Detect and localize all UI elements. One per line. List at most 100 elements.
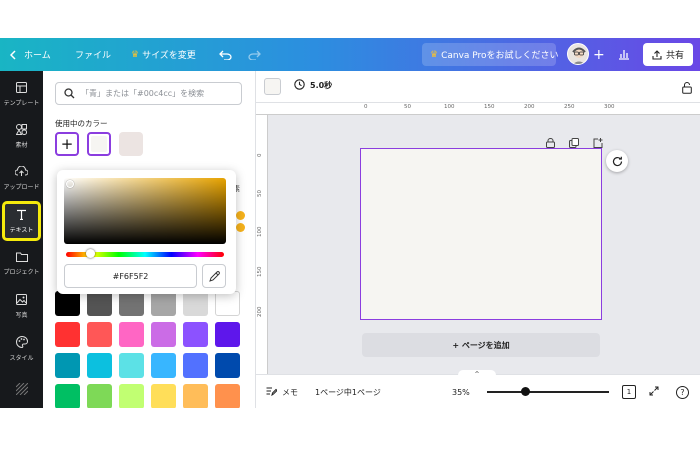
insights-button[interactable] [618, 38, 630, 71]
elements-icon [15, 123, 27, 140]
rail-item-styles[interactable]: スタイル [0, 329, 43, 369]
ruler-tick-label: 100 [444, 104, 455, 110]
zoom-value[interactable]: 35% [452, 375, 470, 408]
ruler-tick-label: 0 [364, 104, 368, 110]
ruler-tick-label: 50 [404, 104, 411, 110]
ruler-tick-label: 250 [564, 104, 575, 110]
rail-item-photos[interactable]: 写真 [0, 286, 43, 326]
editor-toolbar: 5.0秒 [256, 71, 700, 103]
notes-button[interactable]: メモ [266, 375, 298, 408]
palette-swatch[interactable] [215, 322, 240, 347]
photo-icon [16, 293, 27, 310]
ruler-tick-label: 50 [257, 190, 263, 197]
top-bar: ホーム ファイル ♛ サイズを変更 ♛ Canva Proをお試しください + … [0, 38, 700, 71]
ruler-tick-label: 300 [604, 104, 615, 110]
resize-button[interactable]: ♛ サイズを変更 [131, 38, 196, 71]
rail-item-text[interactable]: テキスト [2, 201, 41, 241]
ruler-tick-label: 150 [484, 104, 495, 110]
help-button[interactable]: ? [676, 375, 689, 408]
eyedropper-button[interactable] [202, 264, 226, 288]
rail-label: 素材 [15, 141, 28, 149]
home-button[interactable]: ホーム [10, 38, 51, 71]
palette-swatch[interactable] [119, 322, 144, 347]
page-count-badge: 1 [626, 388, 632, 396]
file-menu[interactable]: ファイル [75, 38, 111, 71]
zoom-slider[interactable] [487, 391, 609, 393]
palette-swatch[interactable] [87, 384, 112, 408]
palette-swatch[interactable] [55, 322, 80, 347]
lock-button[interactable] [682, 79, 692, 98]
horizontal-ruler: 0 50 100 150 200 250 300 [256, 103, 700, 115]
rail-item-more[interactable] [0, 371, 43, 408]
palette-swatch[interactable] [183, 353, 208, 378]
palette-swatch[interactable] [87, 291, 112, 316]
avatar-illustration [572, 47, 586, 64]
search-icon [64, 84, 75, 103]
help-label: ? [680, 387, 685, 397]
add-collaborator-button[interactable]: + [593, 38, 605, 71]
fullscreen-button[interactable] [649, 375, 659, 408]
palette-swatch[interactable] [55, 353, 80, 378]
bar-chart-icon [618, 49, 630, 60]
redo-button[interactable] [248, 38, 261, 71]
rail-label: プロジェクト [3, 269, 40, 276]
palette-swatch[interactable] [87, 322, 112, 347]
zoom-slider-knob[interactable] [521, 387, 530, 396]
add-page-button[interactable]: + ページを追加 [362, 333, 600, 357]
ruler-tick-label: 150 [257, 266, 263, 278]
plus-icon: + [60, 135, 74, 153]
palette-swatch[interactable] [183, 322, 208, 347]
rail-label: テンプレート [3, 99, 40, 107]
add-color-button[interactable]: + [55, 132, 79, 156]
avatar[interactable] [567, 43, 589, 65]
duration-button[interactable]: 5.0秒 [294, 79, 332, 92]
palette-swatch[interactable] [55, 291, 80, 316]
rail-item-elements[interactable]: 素材 [0, 116, 43, 156]
folder-icon [15, 252, 28, 267]
palette-swatch[interactable] [183, 384, 208, 408]
palette-swatch[interactable] [215, 353, 240, 378]
color-cursor[interactable] [66, 180, 74, 188]
used-colors-heading: 使用中のカラー [55, 119, 108, 128]
palette-swatch[interactable] [215, 291, 240, 316]
palette-swatch[interactable] [119, 353, 144, 378]
page-grid-button[interactable]: 1 [622, 375, 636, 408]
search-input[interactable] [81, 89, 231, 98]
canvas-area: 5.0秒 0 50 100 150 200 250 300 0 50 100 150 200 + ペ… [256, 71, 700, 408]
palette-swatch[interactable] [215, 384, 240, 408]
used-color-swatch[interactable] [119, 132, 143, 156]
palette-swatch[interactable] [151, 291, 176, 316]
canva-pro-trial-button[interactable]: ♛ Canva Proをお試しください [422, 43, 559, 66]
palette-swatch[interactable] [119, 291, 144, 316]
rail-item-projects[interactable]: プロジェクト [0, 244, 43, 284]
palette-swatch[interactable] [151, 384, 176, 408]
expand-icon [649, 386, 659, 398]
saturation-value-area[interactable] [64, 178, 226, 244]
rail-label: アップロード [3, 183, 40, 191]
text-icon [16, 209, 27, 225]
palette-swatch[interactable] [55, 384, 80, 408]
share-button[interactable]: 共有 [643, 43, 693, 66]
palette-swatch[interactable] [87, 353, 112, 378]
background-color-button[interactable] [264, 78, 281, 95]
used-color-swatch[interactable] [87, 132, 111, 156]
icon-rail: テンプレート 素材 アップロード テキスト プロジェクト 写真 スタイル [0, 71, 43, 408]
home-label: ホーム [24, 51, 51, 61]
plus-icon: + [593, 46, 605, 63]
hue-slider-knob[interactable] [86, 249, 95, 258]
palette-swatch[interactable] [151, 353, 176, 378]
regenerate-button[interactable] [606, 150, 628, 172]
palette-swatch[interactable] [151, 322, 176, 347]
palette-swatch[interactable] [183, 291, 208, 316]
crown-badge-icon [236, 223, 245, 232]
undo-button[interactable] [219, 38, 232, 71]
design-page[interactable] [360, 148, 602, 320]
palette-swatch[interactable] [119, 384, 144, 408]
rail-label: 写真 [15, 311, 28, 319]
add-page-label: + ページを追加 [452, 340, 510, 350]
color-search[interactable] [55, 82, 242, 105]
rail-item-templates[interactable]: テンプレート [0, 74, 43, 114]
hex-input[interactable] [64, 264, 197, 288]
vertical-ruler: 0 50 100 150 200 [256, 115, 268, 374]
rail-item-uploads[interactable]: アップロード [0, 158, 43, 198]
